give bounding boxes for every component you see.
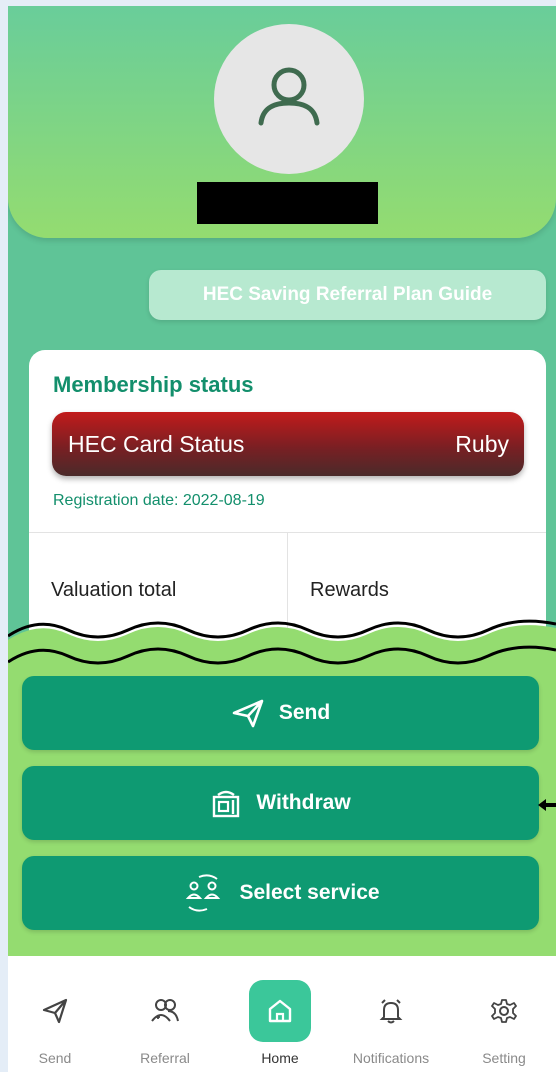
nav-item-home[interactable]: Home	[225, 956, 335, 1072]
card-status-bar[interactable]: HEC Card Status Ruby	[52, 412, 524, 476]
screenshot-break-marker	[8, 619, 556, 676]
nav-label-home: Home	[261, 1050, 299, 1066]
nav-item-notifications[interactable]: Notifications	[336, 956, 446, 1072]
withdraw-button[interactable]: Withdraw	[22, 766, 539, 840]
membership-card: Membership status HEC Card Status Ruby R…	[29, 350, 546, 650]
rewards-label: Rewards	[310, 579, 389, 601]
referral-plan-guide-button[interactable]: HEC Saving Referral Plan Guide	[149, 270, 546, 320]
bottom-navigation: Send Referral Home Notifications Setting	[8, 956, 556, 1072]
user-icon	[258, 67, 320, 126]
nav-item-referral[interactable]: Referral	[110, 956, 220, 1072]
gear-icon	[491, 999, 517, 1023]
nav-item-send[interactable]: Send	[8, 956, 110, 1072]
registration-date: Registration date: 2022-08-19	[53, 492, 265, 509]
nav-label-notifications: Notifications	[352, 1050, 430, 1066]
actions-panel: Send Withdraw Select service	[8, 646, 556, 956]
app-screen: HEC Saving Referral Plan Guide Membershi…	[8, 6, 556, 1072]
avatar[interactable]	[214, 24, 364, 174]
card-status-value: Ruby	[455, 430, 509, 457]
withdraw-icon	[213, 790, 240, 818]
select-service-label: Select service	[239, 881, 380, 904]
send-icon	[42, 998, 68, 1024]
nav-label-referral: Referral	[140, 1050, 190, 1066]
nav-label-send: Send	[38, 1050, 72, 1066]
card-status-label: HEC Card Status	[68, 430, 245, 457]
annotation-arrow	[538, 799, 556, 811]
nav-label-setting: Setting	[482, 1050, 526, 1066]
profile-header	[8, 6, 556, 238]
send-button[interactable]: Send	[22, 676, 539, 750]
nav-item-setting[interactable]: Setting	[449, 956, 556, 1072]
send-label: Send	[278, 701, 331, 724]
select-service-button[interactable]: Select service	[22, 856, 539, 930]
exchange-users-icon	[186, 874, 221, 912]
home-icon	[268, 999, 292, 1023]
redacted-username	[197, 182, 378, 224]
membership-title: Membership status	[53, 372, 254, 397]
valuation-total-label: Valuation total	[51, 579, 177, 601]
withdraw-label: Withdraw	[256, 791, 351, 814]
bell-icon	[379, 999, 403, 1024]
send-icon	[232, 699, 264, 728]
referral-icon	[151, 999, 179, 1022]
